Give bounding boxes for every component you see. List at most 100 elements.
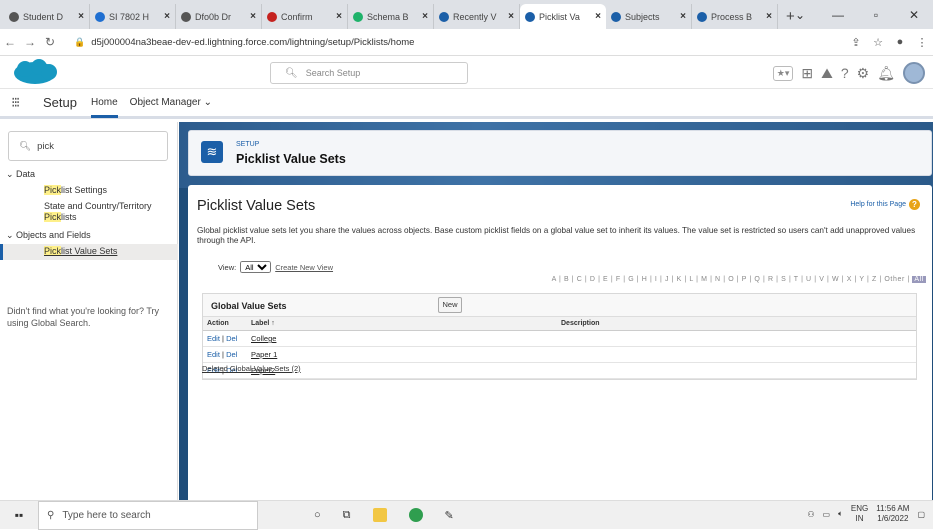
windows-start-icon[interactable]: ▪▪ <box>0 508 38 522</box>
delete-link[interactable]: Del <box>226 334 237 343</box>
close-window-button[interactable]: ✕ <box>895 8 933 22</box>
browser-tab[interactable]: Schema B × <box>348 4 434 29</box>
section-title: Global Value Sets <box>211 301 287 311</box>
taskbar-apps: ○ ⧉ ✎ <box>314 508 454 522</box>
clock[interactable]: 11:56 AM 1/6/2022 <box>876 504 909 524</box>
back-icon[interactable]: ← <box>0 35 20 49</box>
tree-item-state-country-picklists[interactable]: State and Country/Territory Picklists <box>0 199 178 226</box>
browser-tab-title: Picklist Va <box>539 11 580 22</box>
row-label: Paper 1 <box>247 346 557 363</box>
app-launcher-icon[interactable]: ⁝⁝⁝ <box>11 94 35 111</box>
tab-object-manager[interactable]: Object Manager ⌄ <box>130 88 212 118</box>
stack-icon: ≋ <box>201 141 223 163</box>
table-row: Edit | Del Paper2 <box>203 362 916 379</box>
url-field[interactable]: d5j000004na3beae-dev-ed.lightning.force.… <box>91 37 845 48</box>
favicon-icon <box>439 11 449 22</box>
star-icon[interactable]: ☆ <box>867 36 889 49</box>
browser-tab[interactable]: Process B × <box>692 4 778 29</box>
close-icon[interactable]: × <box>508 11 514 22</box>
favicon-icon <box>9 11 19 22</box>
menu-icon[interactable]: ⋮ <box>911 36 933 49</box>
file-explorer-icon[interactable] <box>372 508 387 522</box>
cortana-icon[interactable]: ○ <box>314 509 321 521</box>
close-icon[interactable]: × <box>250 11 256 22</box>
task-view-icon[interactable]: ⧉ <box>343 509 351 522</box>
row-actions: Edit | Del <box>203 346 247 363</box>
browser-tab[interactable]: Confirm × <box>262 4 348 29</box>
network-icon[interactable]: ▭ <box>823 510 831 519</box>
close-icon[interactable]: × <box>680 11 686 22</box>
alphabet-filter[interactable]: A | B | C | D | E | F | G | H | I | J | … <box>552 276 926 283</box>
trailhead-icon[interactable]: ⛰ <box>821 65 833 82</box>
tree-group-data[interactable]: ⌄ Data <box>0 165 178 183</box>
column-action: Action <box>203 317 247 331</box>
quick-find-input[interactable]: 🔍︎ pick <box>8 131 168 161</box>
delete-link[interactable]: Del <box>226 350 237 359</box>
setup-search-input[interactable]: 🔍︎ Search Setup <box>270 62 468 84</box>
tree-item-picklist-settings[interactable]: Picklist Settings <box>0 183 178 199</box>
favorites-icon[interactable]: ★▾ <box>772 65 794 81</box>
page-description: Global picklist value sets let you share… <box>197 226 916 245</box>
app-name: Setup <box>43 95 77 110</box>
window-controls: ⌄ — ▫ ✕ <box>781 0 933 29</box>
forward-icon[interactable]: → <box>20 35 40 49</box>
deleted-value-sets-link[interactable]: Deleted Global Value Sets (2) <box>202 364 301 373</box>
help-icon: ? <box>909 199 920 210</box>
people-icon[interactable]: ⚇ <box>807 510 814 519</box>
paint-icon[interactable]: ✎ <box>445 509 454 522</box>
avatar[interactable] <box>903 62 925 84</box>
section-header: Global Value Sets New <box>203 294 916 317</box>
browser-tab[interactable]: Recently V × <box>434 4 520 29</box>
chevron-down-icon: ⌄ <box>203 96 212 108</box>
new-button[interactable]: New <box>438 297 462 313</box>
profile-icon[interactable]: ● <box>889 36 911 48</box>
maximize-button[interactable]: ▫ <box>857 8 895 22</box>
minimize-button[interactable]: — <box>819 8 857 22</box>
volume-icon[interactable]: 🔈︎ <box>838 509 843 519</box>
alphabet-all[interactable]: All <box>912 276 926 283</box>
close-icon[interactable]: × <box>78 11 84 22</box>
not-found-hint: Didn't find what you're looking for? Try… <box>7 306 160 328</box>
alphabet-letters[interactable]: A | B | C | D | E | F | G | H | I | J | … <box>552 276 905 283</box>
reload-icon[interactable]: ↻ <box>40 35 60 49</box>
address-bar: ← → ↻ 🔒 d5j000004na3beae-dev-ed.lightnin… <box>0 29 933 56</box>
tree-item-picklist-value-sets[interactable]: Picklist Value Sets <box>0 244 178 260</box>
close-icon[interactable]: × <box>422 11 428 22</box>
value-sets-table: Action Label ↑ Description Edit | Del Col… <box>203 317 916 379</box>
chrome-icon[interactable] <box>408 508 423 522</box>
view-select[interactable]: All <box>240 261 272 273</box>
share-icon[interactable]: ⇪ <box>845 36 867 49</box>
language-indicator[interactable]: ENG IN <box>851 504 868 524</box>
lock-icon[interactable]: 🔒 <box>74 37 85 48</box>
setup-sidebar: 🔍︎ pick ⌄ Data Picklist Settings State a… <box>0 122 178 500</box>
add-icon[interactable]: ⊞ <box>801 65 813 82</box>
taskbar-search[interactable]: ⚲ Type here to search <box>38 500 258 530</box>
salesforce-logo[interactable] <box>11 59 59 86</box>
edit-link[interactable]: Edit <box>207 350 220 359</box>
gear-icon[interactable]: ⚙ <box>857 65 870 82</box>
bell-icon[interactable]: 🔔︎ <box>877 65 895 82</box>
close-icon[interactable]: × <box>164 11 170 22</box>
favicon-icon <box>353 11 363 22</box>
edit-link[interactable]: Edit <box>207 334 220 343</box>
browser-tab[interactable]: Student D × <box>4 4 90 29</box>
value-set-link[interactable]: Paper 1 <box>251 350 277 359</box>
close-icon[interactable]: × <box>766 11 772 22</box>
close-icon[interactable]: × <box>336 11 342 22</box>
chevron-down-icon[interactable]: ⌄ <box>781 8 819 22</box>
notifications-icon[interactable]: ▢ <box>917 510 925 519</box>
view-selector: View: All Create New View <box>218 261 333 273</box>
close-icon[interactable]: × <box>595 11 601 22</box>
help-icon[interactable]: ? <box>841 65 849 81</box>
browser-tab[interactable]: Subjects × <box>606 4 692 29</box>
help-link[interactable]: Help for this Page ? <box>850 199 920 210</box>
browser-tab[interactable]: Dfo0b Dr × <box>176 4 262 29</box>
browser-tab[interactable]: Picklist Va × <box>520 4 606 29</box>
create-new-view-link[interactable]: Create New View <box>275 263 333 272</box>
browser-tab[interactable]: SI 7802 H × <box>90 4 176 29</box>
favicon-icon <box>95 11 105 22</box>
value-set-link[interactable]: College <box>251 334 276 343</box>
tree-group-objects-fields[interactable]: ⌄ Objects and Fields <box>0 226 178 244</box>
column-label[interactable]: Label ↑ <box>247 317 557 331</box>
tab-home[interactable]: Home <box>90 88 118 118</box>
